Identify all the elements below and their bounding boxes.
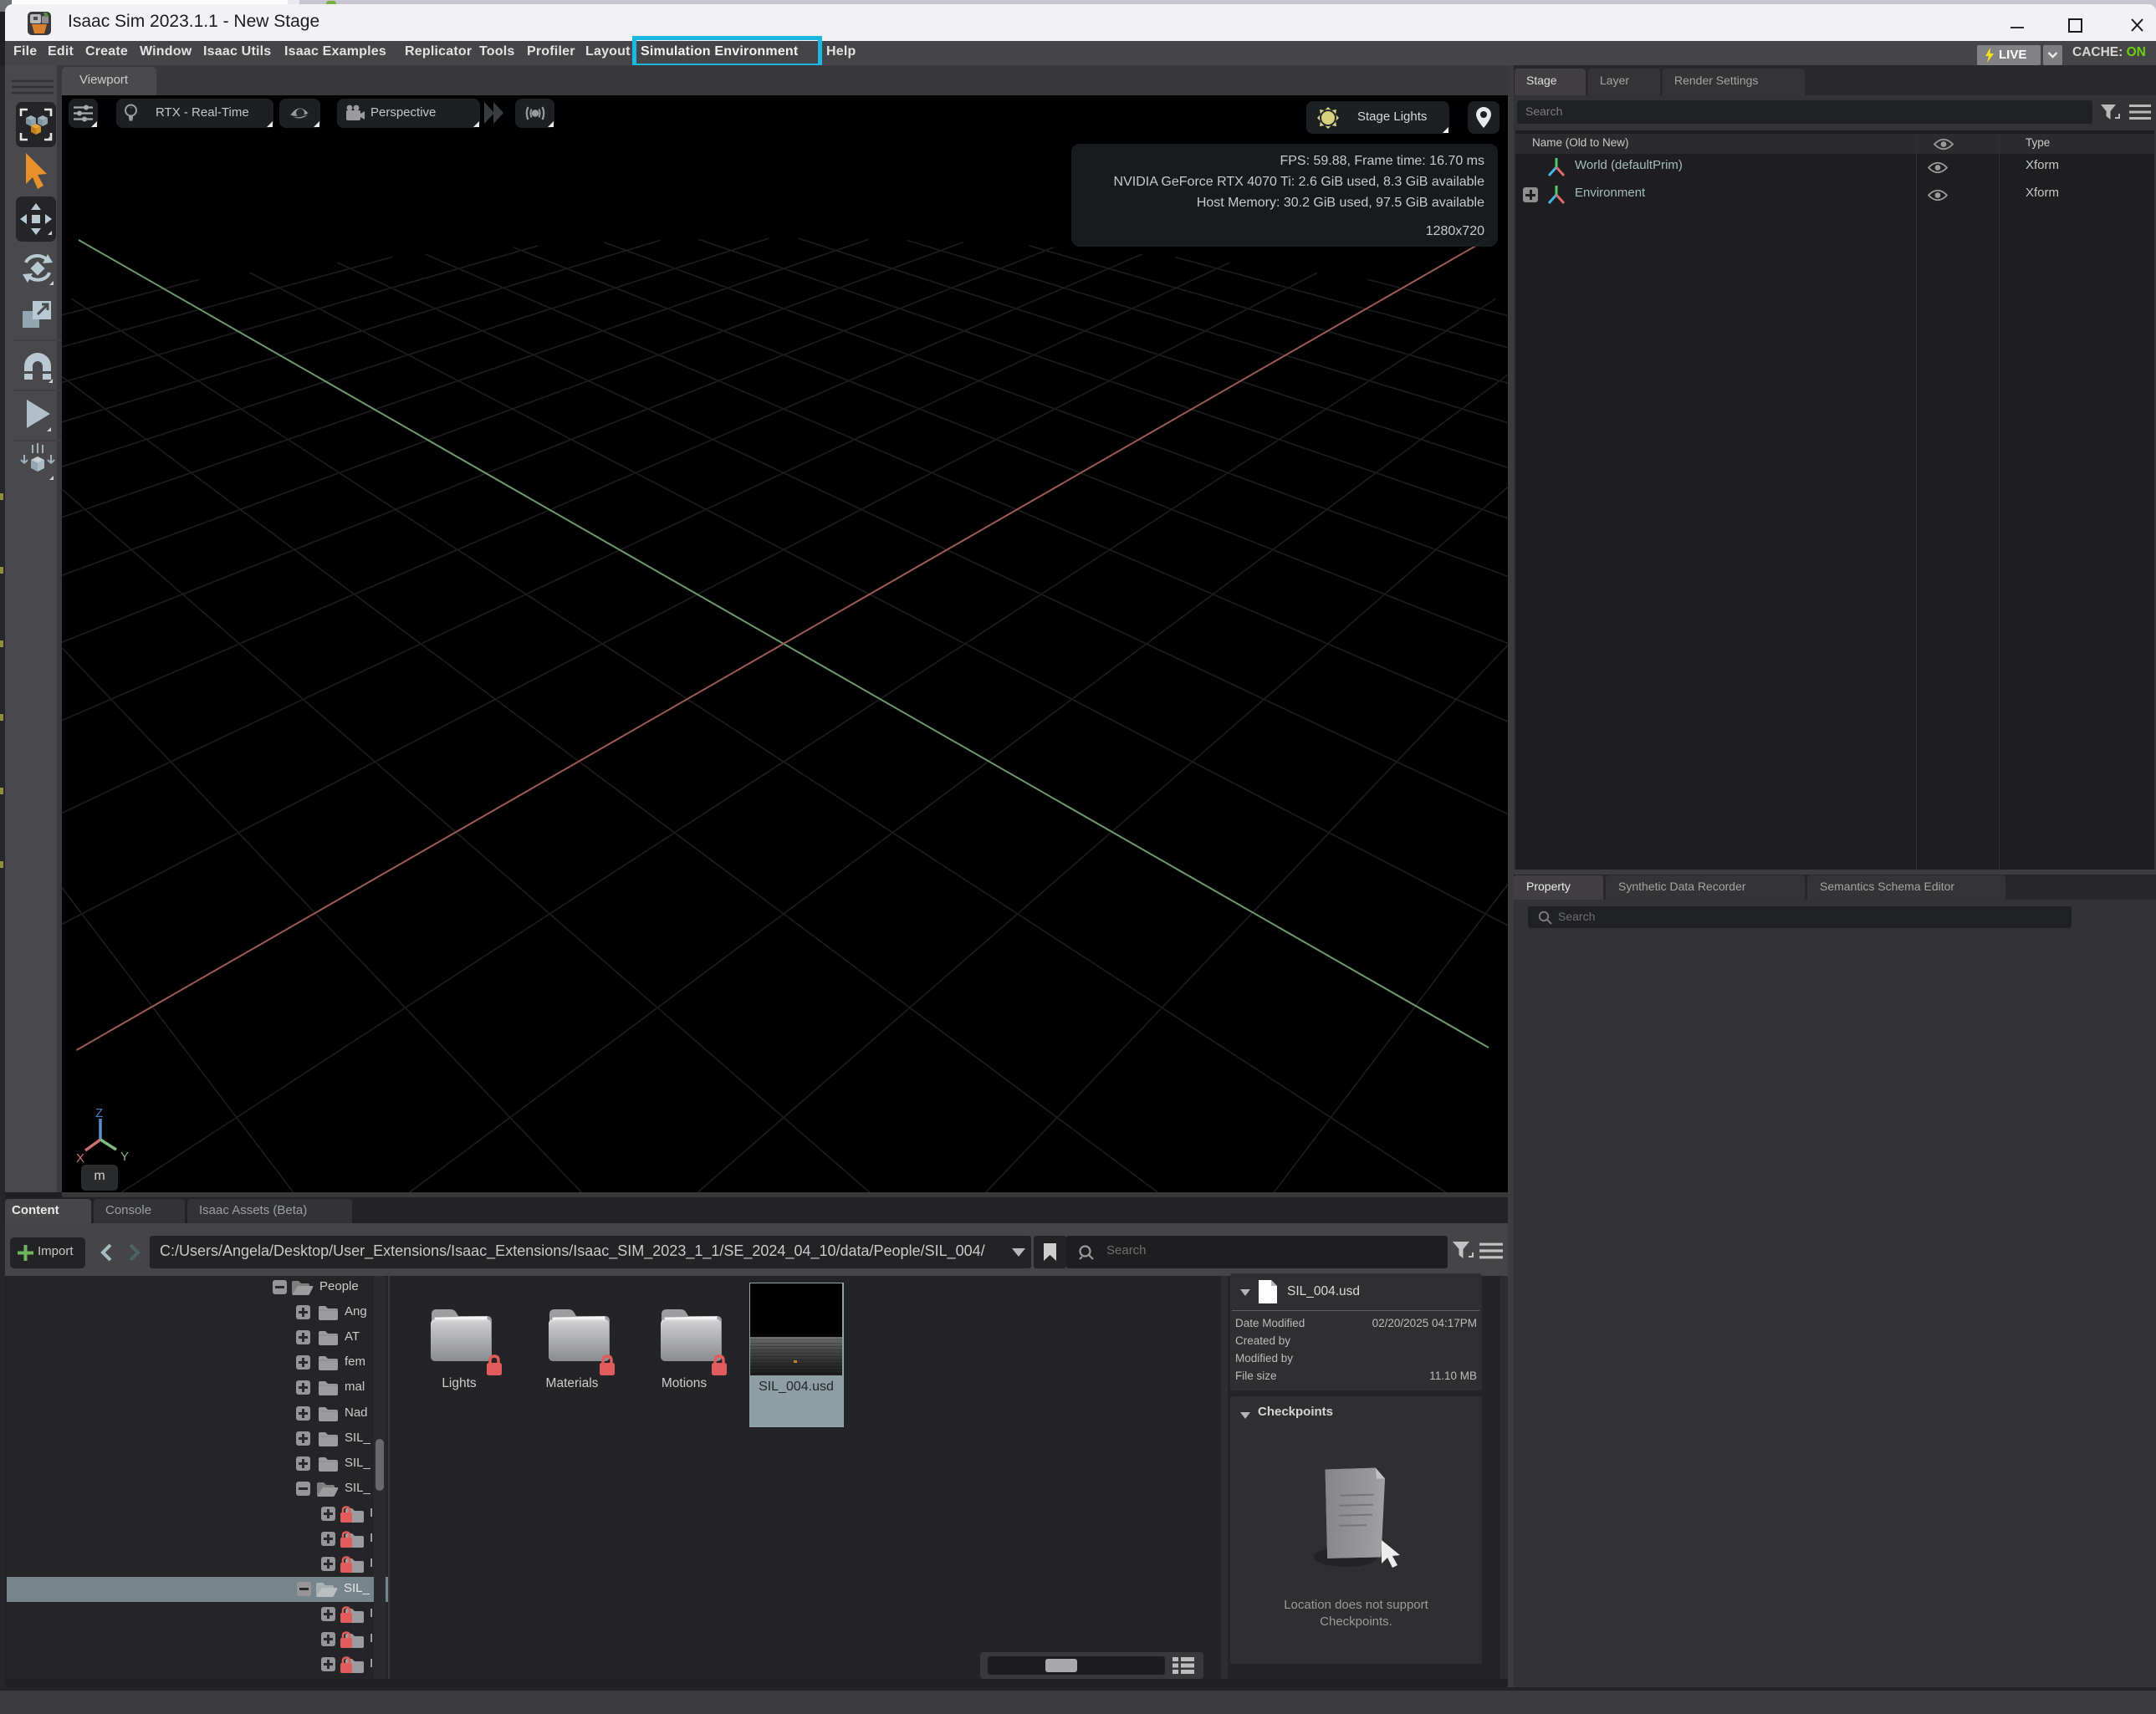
- svg-text:X: X: [76, 1151, 84, 1166]
- svg-text:Z: Z: [95, 1109, 103, 1120]
- svg-text:Y: Y: [120, 1150, 129, 1164]
